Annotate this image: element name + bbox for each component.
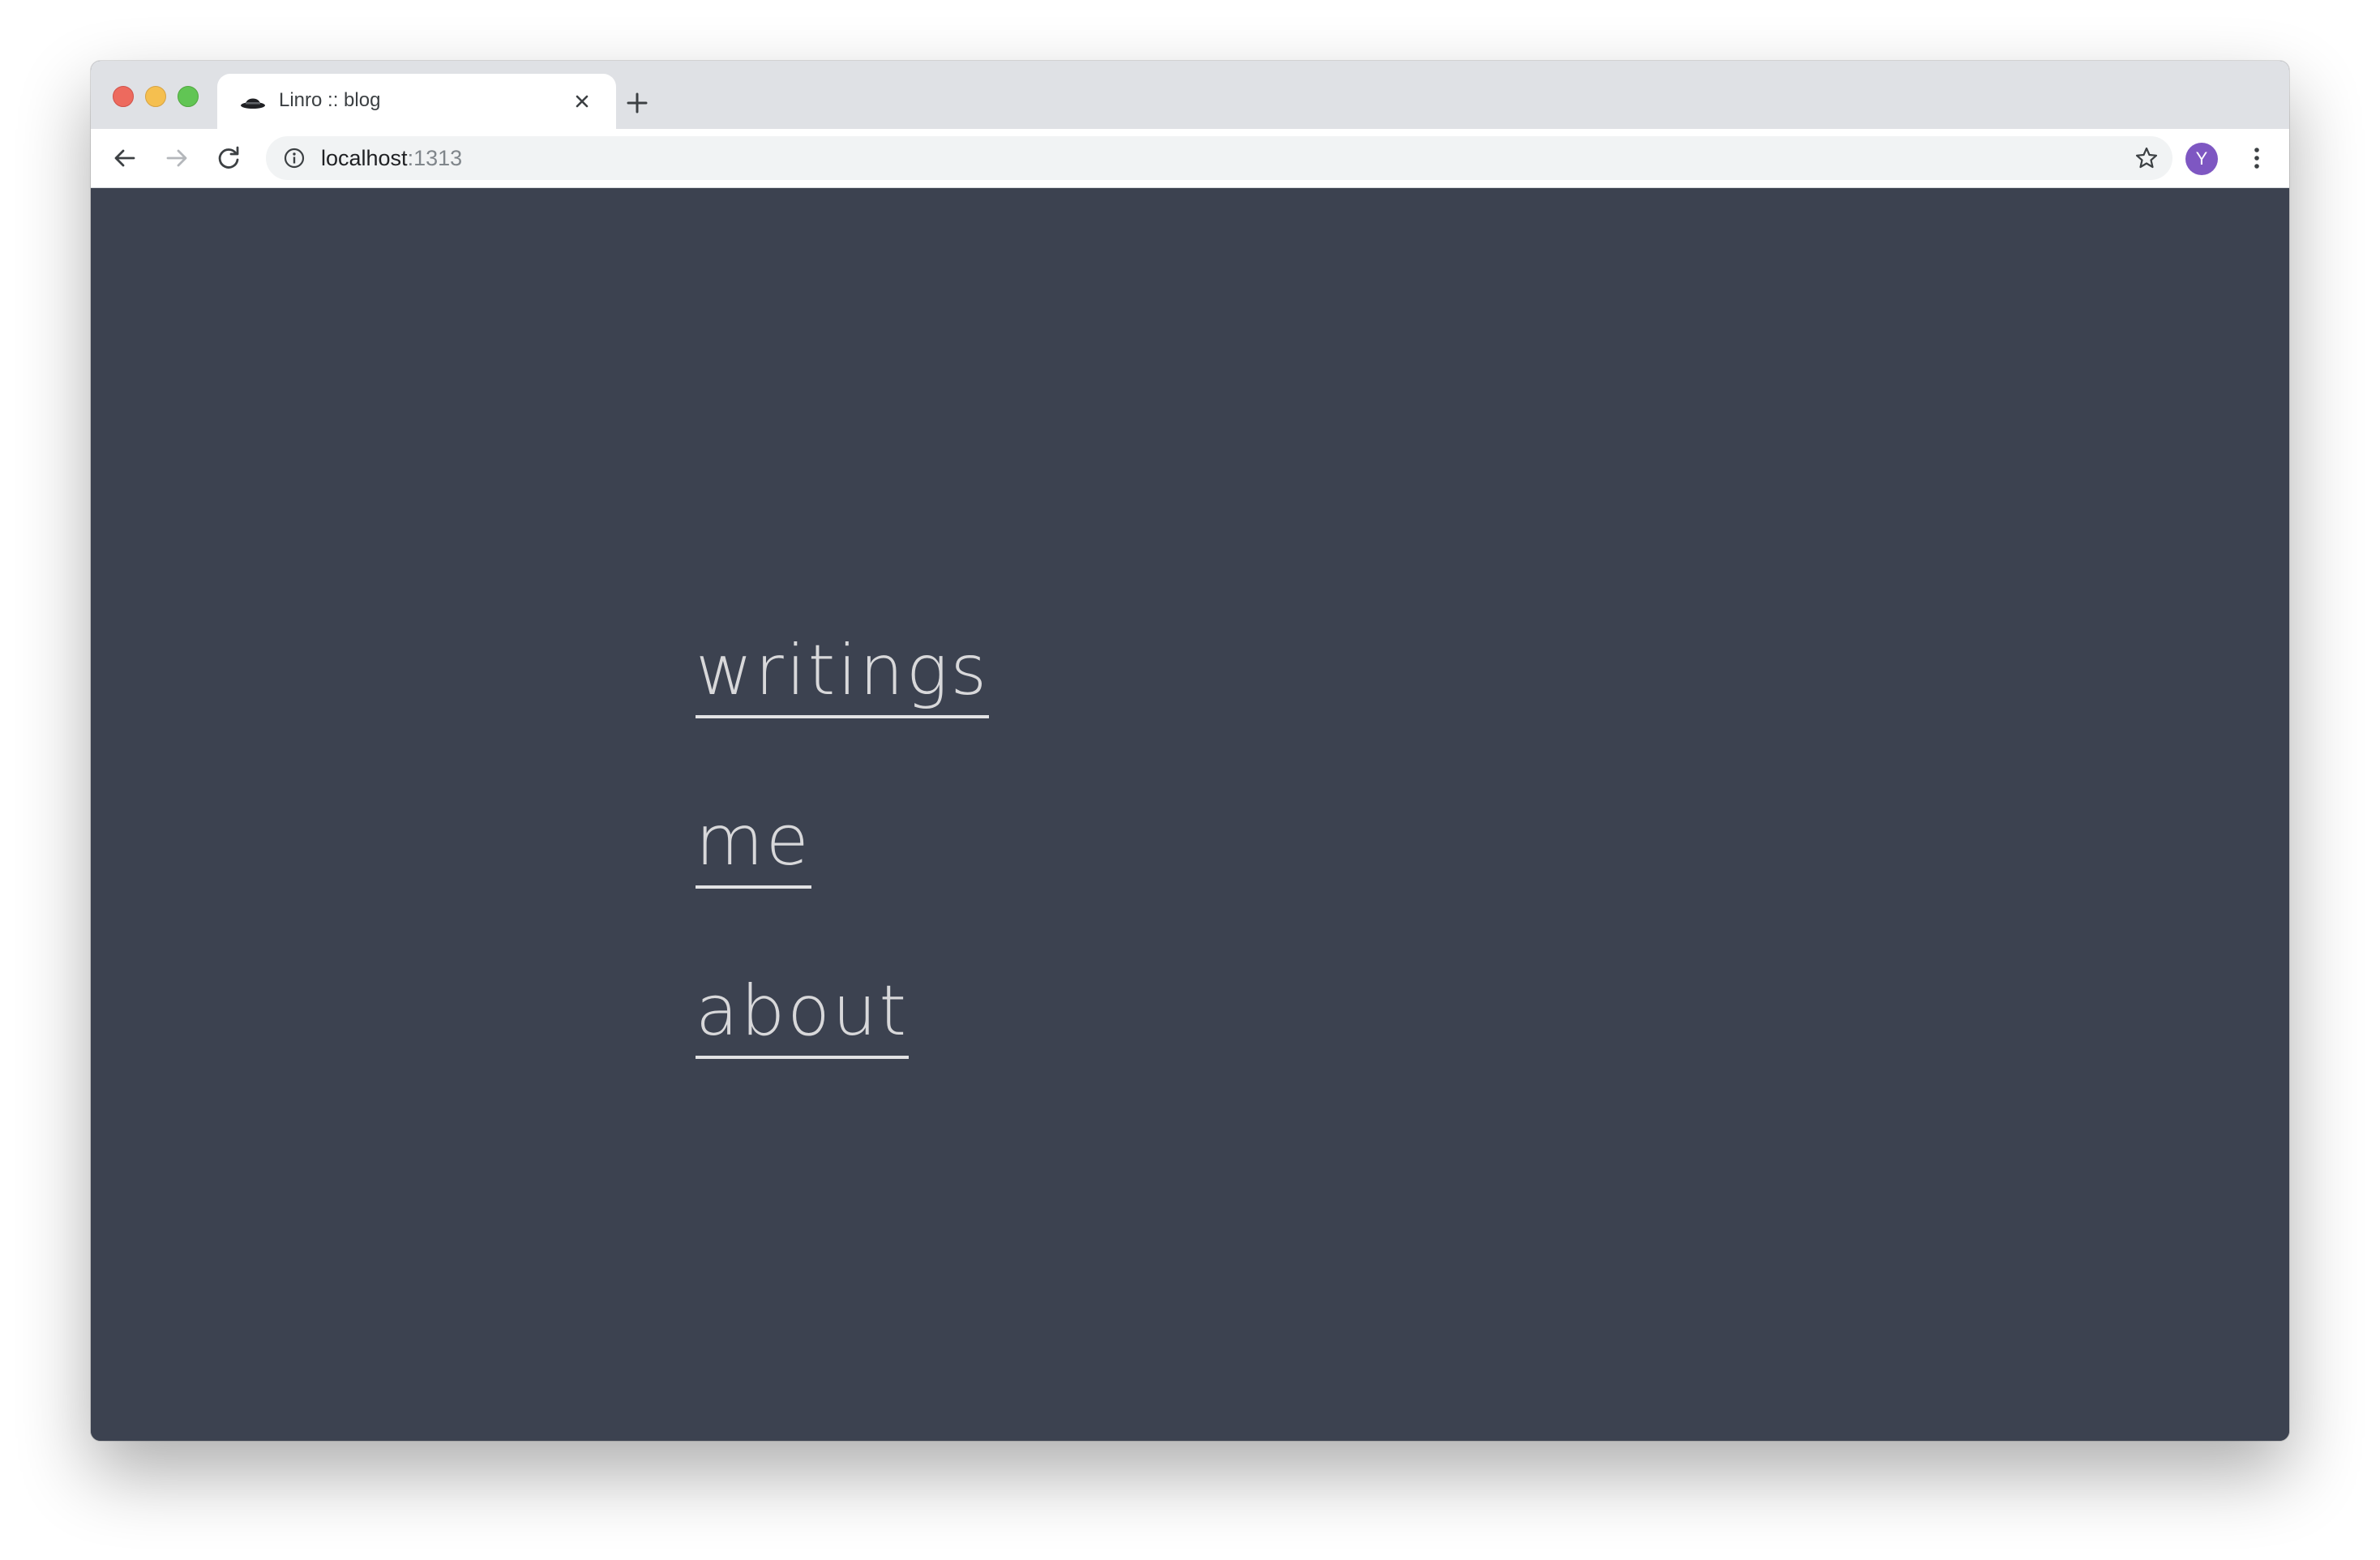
browser-tab[interactable]: Linro :: blog xyxy=(217,74,616,129)
url-host: localhost xyxy=(321,146,408,170)
nav-link-about[interactable]: about xyxy=(696,966,910,1059)
more-options-icon[interactable] xyxy=(2242,144,2271,173)
close-tab-icon[interactable] xyxy=(571,90,593,113)
tab-title: Linro :: blog xyxy=(279,89,381,111)
url-port: :1313 xyxy=(407,146,463,170)
minimize-window-button[interactable] xyxy=(145,86,166,107)
nav-link-me[interactable]: me xyxy=(696,796,811,889)
browser-window: Linro :: blog localhost:1313 Y writings … xyxy=(91,61,2289,1441)
reload-icon[interactable] xyxy=(214,144,243,173)
back-arrow-icon[interactable] xyxy=(110,144,139,173)
address-bar[interactable]: localhost:1313 xyxy=(266,136,2172,180)
nav-link-writings[interactable]: writings xyxy=(696,626,990,718)
forward-arrow-icon[interactable] xyxy=(162,144,191,173)
title-bar: Linro :: blog xyxy=(91,61,2289,129)
url-text: localhost:1313 xyxy=(321,146,462,171)
zoom-window-button[interactable] xyxy=(178,86,199,107)
bowler-hat-icon xyxy=(240,93,266,109)
main-nav: writings me about xyxy=(696,626,990,1137)
bookmark-star-icon[interactable] xyxy=(2134,145,2160,171)
profile-avatar[interactable]: Y xyxy=(2185,143,2218,175)
info-icon[interactable] xyxy=(282,146,306,170)
browser-toolbar: localhost:1313 Y xyxy=(91,129,2289,188)
close-window-button[interactable] xyxy=(113,86,134,107)
new-tab-icon[interactable] xyxy=(623,88,652,118)
page-content: writings me about xyxy=(91,188,2289,1441)
